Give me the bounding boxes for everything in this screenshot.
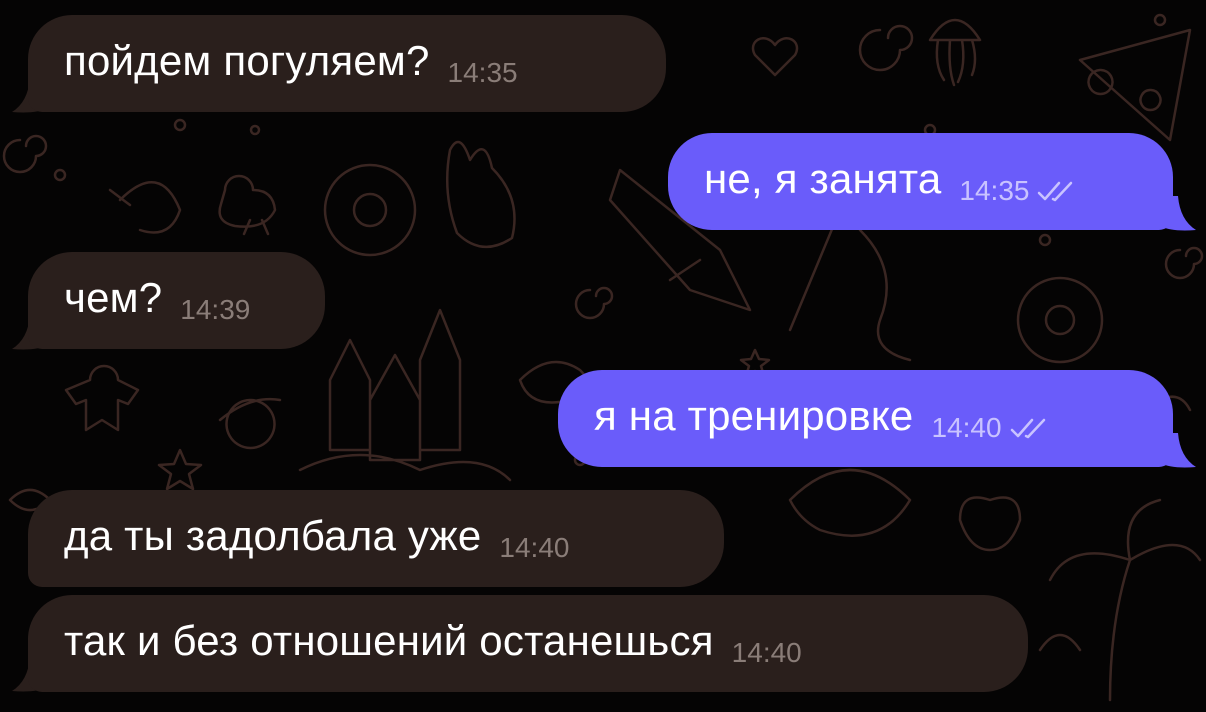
swirl-doodle (858, 24, 914, 72)
star-doodle (157, 448, 203, 491)
heart-doodle (751, 37, 799, 77)
planet-doodle (218, 398, 282, 450)
message-text: пойдем погуляем? (64, 36, 430, 84)
strawberry-doodle (958, 496, 1022, 552)
castle-doodle (298, 308, 512, 482)
shrimp-doodle (108, 181, 182, 234)
swirl-doodle-3 (1164, 246, 1204, 280)
message-text: так и без отношений останешься (64, 616, 714, 664)
message-meta: 14:39 (180, 294, 250, 326)
message-bubble-outgoing[interactable]: не, я занята 14:35 (668, 133, 1173, 230)
message-meta: 14:40 (499, 532, 569, 564)
message-meta: 14:40 (931, 412, 1049, 444)
message-time: 14:39 (180, 293, 251, 325)
message-meta: 14:35 (448, 57, 518, 89)
palm-doodle (1048, 498, 1202, 702)
message-bubble-incoming[interactable]: да ты задолбала уже 14:40 (28, 490, 724, 587)
message-meta: 14:40 (732, 637, 802, 669)
message-time: 14:35 (447, 56, 518, 88)
message-bubble-incoming[interactable]: чем? 14:39 (28, 252, 325, 349)
swirl-doodle-4 (2, 134, 48, 174)
donut-doodle (323, 163, 417, 257)
double-check-icon (1010, 418, 1045, 438)
message-time: 14:35 (959, 174, 1030, 206)
message-time: 14:40 (499, 531, 570, 563)
rod-doodle (788, 208, 912, 362)
duck-doodle (218, 174, 277, 236)
jellyfish-doodle (928, 18, 982, 87)
message-text: я на тренировке (594, 391, 914, 439)
pizza-doodle (1078, 28, 1192, 142)
message-time: 14:40 (731, 636, 802, 668)
message-bubble-outgoing[interactable]: я на тренировке 14:40 (558, 370, 1173, 467)
message-bubble-incoming[interactable]: так и без отношений останешься 14:40 (28, 595, 1028, 692)
double-check-icon (1038, 181, 1073, 201)
bunny-doodle (446, 140, 516, 249)
message-text: не, я занята (704, 154, 942, 202)
swirl-doodle-2 (574, 286, 614, 320)
eight-ball-doodle (1016, 276, 1104, 364)
message-time: 14:40 (931, 411, 1002, 443)
message-text: да ты задолбала уже (64, 511, 482, 559)
whale-doodle (788, 468, 912, 537)
message-text: чем? (64, 273, 163, 321)
message-bubble-incoming[interactable]: пойдем погуляем? 14:35 (28, 15, 666, 112)
gingerbread-doodle (64, 364, 140, 432)
message-meta: 14:35 (959, 175, 1077, 207)
